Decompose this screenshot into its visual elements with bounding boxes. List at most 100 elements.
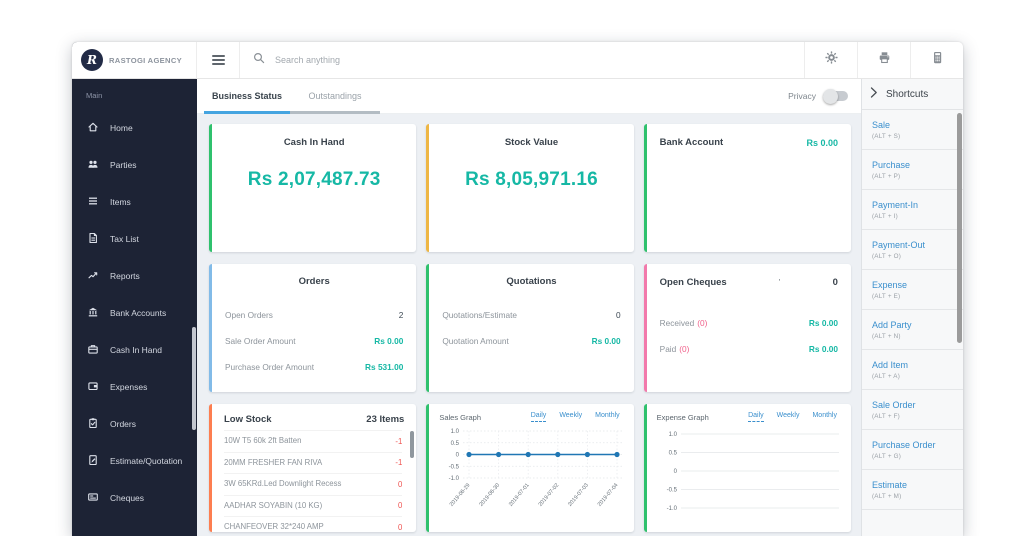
sidebar-item-label: Items [110,196,131,207]
tab-business-status[interactable]: Business Status [204,79,290,114]
sidebar-item-orders[interactable]: Orders [72,405,197,442]
shortcut-estimate[interactable]: Estimate (ALT + M) [862,470,963,510]
cash-in-hand-card[interactable]: Cash In Hand Rs 2,07,487.73 [209,124,417,252]
calculator-button[interactable] [910,42,963,78]
people-icon [87,158,99,172]
low-stock-item[interactable]: 20MM FRESHER FAN RIVA -1 [224,451,403,474]
bank-account-card[interactable]: Bank Account Rs 0.00 [643,124,851,252]
shortcuts-header[interactable]: Shortcuts [862,79,963,110]
shortcut-purchase[interactable]: Purchase (ALT + P) [862,150,963,190]
shortcut-label: Purchase [872,160,911,170]
svg-text:2019-07-01: 2019-07-01 [508,482,531,507]
low-stock-count: 23 Items [366,414,405,425]
print-button[interactable] [857,42,910,78]
quotations-row-quotation-amount: Quotation Amount Rs 0.00 [429,328,633,354]
shortcuts-title: Shortcuts [886,88,929,100]
list-icon [87,195,99,209]
expense-graph-title: Expense Graph [656,412,709,422]
tab-outstandings[interactable]: Outstandings [290,79,380,114]
tax-file-icon [87,232,99,246]
row-value: Rs 531.00 [365,362,404,372]
shortcut-label: Purchase Order [872,440,936,450]
card-title: Open Cheques [659,277,727,288]
shortcut-label: Payment-In [872,200,919,210]
shortcut-payment-in[interactable]: Payment-In (ALT + I) [862,190,963,230]
shortcut-sale-order[interactable]: Sale Order (ALT + F) [862,390,963,430]
quotations-card[interactable]: Quotations Quotations/Estimate 0 Quotation… [426,264,634,392]
shortcut-payment-out[interactable]: Payment-Out (ALT + O) [862,230,963,270]
shortcut-key: (ALT + M) [872,493,902,500]
row-count: (0) [697,318,708,328]
sidebar-item-cheques[interactable]: Cheques [72,479,197,516]
low-stock-card[interactable]: Low Stock 23 Items 10W T5 60k 2ft Batten… [209,404,417,532]
row-value: Rs 0.00 [808,344,838,354]
sidebar-item-estimate-quotation[interactable]: Estimate/Quotation [72,442,197,479]
shortcut-add-item[interactable]: Add Item (ALT + A) [862,350,963,390]
sales-graph-tab-daily[interactable]: Daily [530,412,547,422]
row-label: Quotations/Estimate [442,310,518,320]
sidebar-item-tax-list[interactable]: Tax List [72,220,197,257]
bank-account-value: Rs 0.00 [806,137,838,148]
sidebar-item-expenses[interactable]: Expenses [72,368,197,405]
shortcut-label: Add Party [872,320,912,330]
shortcuts-scrollbar[interactable] [957,113,962,343]
printer-icon [878,51,891,69]
sidebar-item-label: Expenses [110,381,148,392]
expense-graph-tab-monthly[interactable]: Monthly [812,412,837,422]
privacy-toggle[interactable] [823,88,848,104]
search-bar[interactable] [239,42,804,78]
expense-graph-tab-weekly[interactable]: Weekly [777,412,800,422]
clipboard-icon [87,417,99,431]
brand-logo-icon: R [81,49,103,71]
expense-graph-card[interactable]: Expense Graph Daily Weekly Monthly 1.0 0.5 0… [643,404,851,532]
orders-card[interactable]: Orders Open Orders 2 Sale Order Amount Rs 0… [209,264,417,392]
sidebar-scrollbar[interactable] [192,327,196,430]
low-stock-item[interactable]: 10W T5 60k 2ft Batten -1 [224,430,403,452]
svg-text:2019-06-29: 2019-06-29 [449,482,472,507]
shortcut-label: Payment-Out [872,240,926,250]
sidebar-item-parties[interactable]: Parties [72,146,197,183]
row-label: Sale Order Amount [225,336,296,346]
sidebar-section-label: Main [86,91,103,100]
wallet-icon [87,380,99,394]
low-stock-item[interactable]: AADHAR SOYABIN (10 KG) 0 [224,494,403,517]
sidebar-item-label: Parties [110,159,137,170]
shortcut-purchase-order[interactable]: Purchase Order (ALT + G) [862,430,963,470]
sales-graph-tab-monthly[interactable]: Monthly [595,412,620,422]
sidebar-item-items[interactable]: Items [72,183,197,220]
sidebar-item-bank-accounts[interactable]: Bank Accounts [72,294,197,331]
shortcut-expense[interactable]: Expense (ALT + E) [862,270,963,310]
privacy-toggle-knob [823,88,838,104]
svg-text:1.0: 1.0 [451,429,460,435]
sidebar-item-reports[interactable]: Reports [72,257,197,294]
open-cheques-card[interactable]: Open Cheques ' 0 Received (0) Rs 0.00 Paid(… [643,264,851,392]
card-title: Low Stock [224,414,272,425]
row-label: Open Orders [225,310,273,320]
trend-icon [87,269,99,283]
low-stock-item[interactable]: 3W 65KRd.Led Downlight Recess 0 [224,473,403,495]
settings-button[interactable] [804,42,857,78]
search-input[interactable] [273,54,804,66]
sidebar-item-cash-in-hand[interactable]: Cash In Hand [72,331,197,368]
sidebar-item-label: Tax List [110,233,139,244]
svg-text:-1.0: -1.0 [666,506,677,512]
low-stock-item[interactable]: CHANFEOVER 32*240 AMP 0 [224,516,403,532]
low-stock-scrollbar[interactable] [410,431,415,458]
stock-value-card[interactable]: Stock Value Rs 8,05,971.16 [426,124,634,252]
sidebar-item-home[interactable]: Home [72,109,197,146]
sales-graph-card[interactable]: Sales Graph Daily Weekly Monthly 1.0 0.5 0 -0… [426,404,634,532]
row-value: 0 [616,310,621,320]
tab-bar: Business Status Outstandings Privacy [197,79,861,114]
sidebar-item-label: Bank Accounts [110,307,167,318]
shortcut-add-party[interactable]: Add Party (ALT + N) [862,310,963,350]
shortcut-key: (ALT + I) [872,213,898,220]
sales-graph-tab-weekly[interactable]: Weekly [559,412,582,422]
hamburger-menu-button[interactable] [197,42,239,78]
row-value: 2 [398,310,404,320]
svg-text:0.5: 0.5 [668,451,677,457]
open-cheques-count: 0 [832,277,838,288]
expense-graph-tab-daily[interactable]: Daily [748,412,764,422]
hamburger-icon [211,55,225,57]
orders-rows: Open Orders 2 Sale Order Amount Rs 0.00 Purc… [212,302,416,380]
shortcut-sale[interactable]: Sale (ALT + S) [862,110,963,150]
